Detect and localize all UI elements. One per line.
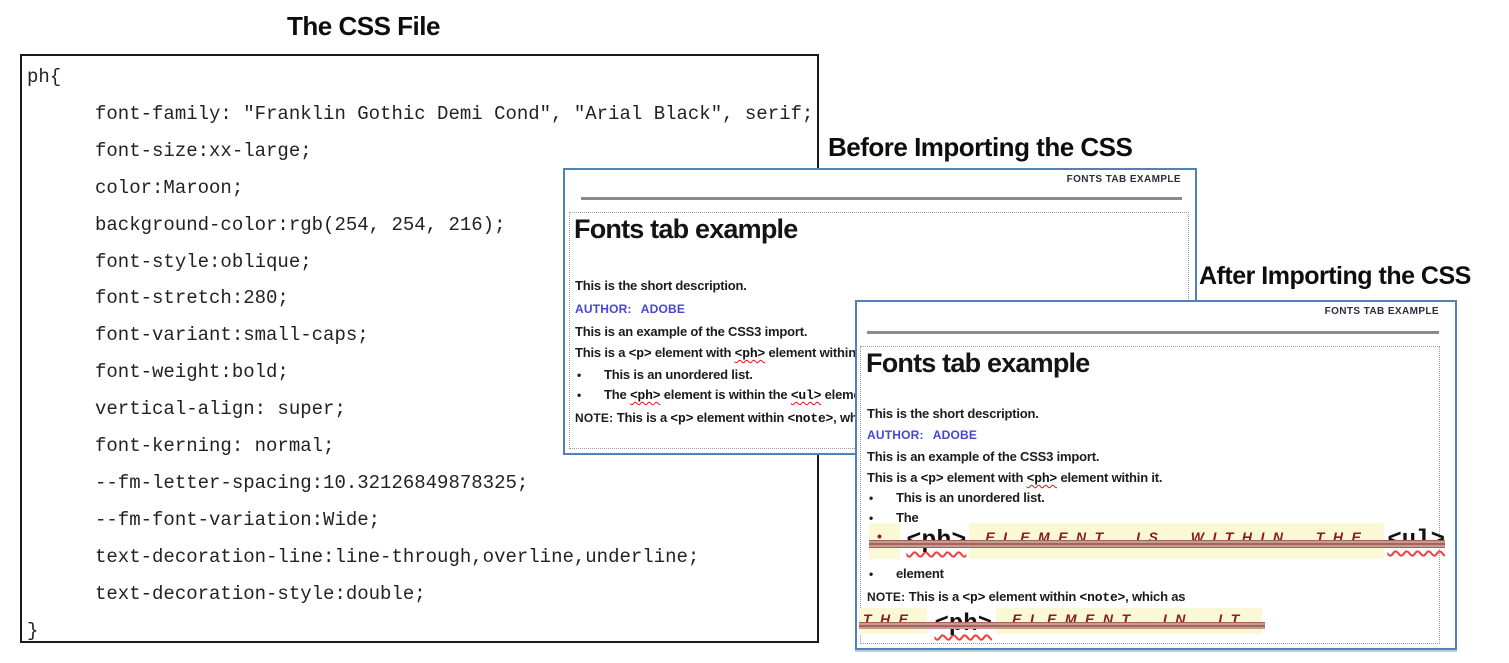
example-line: This is an example of the CSS3 import.	[867, 449, 1099, 464]
text-segment: This is a	[617, 410, 671, 425]
code-line: --fm-letter-spacing:10.32126849878325;	[22, 465, 817, 502]
note-label: NOTE:	[867, 590, 905, 604]
short-description: This is the short description.	[575, 278, 747, 293]
author-label: AUTHOR:	[575, 302, 632, 316]
paragraph-line: This is a <p> element with <ph> element …	[575, 345, 870, 361]
author-label: AUTHOR:	[867, 428, 924, 442]
text-segment: element within	[693, 410, 787, 425]
after-preview-panel: FONTS TAB EXAMPLE Fonts tab example This…	[855, 300, 1457, 650]
styled-ph-row: THE <ph> ELEMENT IN IT	[859, 608, 1265, 635]
ph-tag: <ph>	[1027, 471, 1057, 486]
text-segment: This is a	[867, 470, 921, 485]
example-line: This is an example of the CSS3 import.	[575, 324, 807, 339]
bullet-icon: •	[867, 567, 896, 581]
css-file-title: The CSS File	[287, 11, 440, 42]
list-item: •This is an unordered list.	[575, 367, 753, 382]
code-line-close: }	[22, 613, 817, 650]
author-line: AUTHOR: ADOBE	[867, 428, 977, 442]
code-line-open: ph{	[22, 59, 817, 96]
list-item-text: This is an unordered list.	[604, 367, 753, 382]
p-tag: <p>	[670, 411, 693, 426]
list-item-text: This is an unordered list.	[896, 490, 1045, 505]
doc-heading: Fonts tab example	[866, 348, 1089, 379]
list-item: •The <ph> element is within the <ul> ele…	[575, 387, 872, 403]
text-segment: element within it.	[1057, 470, 1162, 485]
after-import-title: After Importing the CSS	[1199, 262, 1471, 291]
text-segment: This is a	[575, 345, 629, 360]
text-segment: element with	[943, 470, 1026, 485]
styled-ph-row: • <ph> ELEMENT IS WITHIN THE <ul>	[869, 523, 1445, 560]
p-tag: <p>	[629, 346, 652, 361]
list-item-text: element	[896, 566, 944, 581]
header-rule	[867, 331, 1439, 334]
list-item: •This is an unordered list.	[867, 490, 1045, 505]
doc-heading: Fonts tab example	[574, 214, 797, 245]
note-line: NOTE: This is a <p> element within <note…	[867, 589, 1185, 605]
bullet-icon: •	[867, 491, 896, 505]
p-tag: <p>	[921, 471, 944, 486]
text-decoration-band	[859, 622, 1265, 629]
styled-phrase: ELEMENT IN IT	[996, 608, 1262, 634]
text-segment: element within	[985, 589, 1079, 604]
code-line: font-size:xx-large;	[22, 133, 817, 170]
ph-tag: <ph>	[630, 388, 660, 403]
styled-phrase: THE	[859, 608, 927, 634]
text-decoration-band	[869, 540, 1445, 548]
running-header: FONTS TAB EXAMPLE	[1067, 174, 1181, 185]
author-value: ADOBE	[933, 428, 977, 442]
text-segment: This is a	[909, 589, 963, 604]
ph-tag: <ph>	[735, 346, 765, 361]
short-description: This is the short description.	[867, 406, 1039, 421]
text-segment: , which as	[1125, 589, 1185, 604]
author-line: AUTHOR: ADOBE	[575, 302, 685, 316]
text-segment: element is within the	[660, 387, 790, 402]
note-tag: <note>	[788, 411, 834, 426]
code-line: --fm-font-variation:Wide;	[22, 502, 817, 539]
bullet-icon: •	[575, 388, 604, 402]
before-import-title: Before Importing the CSS	[828, 132, 1132, 163]
running-header: FONTS TAB EXAMPLE	[1325, 306, 1439, 317]
note-tag: <note>	[1080, 590, 1126, 605]
ul-tag: <ul>	[791, 388, 821, 403]
p-tag: <p>	[962, 590, 985, 605]
note-line: NOTE: This is a <p> element within <note…	[575, 410, 893, 426]
author-value: ADOBE	[641, 302, 685, 316]
list-item: •element	[867, 566, 944, 581]
paragraph-line: This is a <p> element with <ph> element …	[867, 470, 1162, 486]
text-segment: element with	[651, 345, 734, 360]
note-label: NOTE:	[575, 411, 613, 425]
code-line: font-family: "Franklin Gothic Demi Cond"…	[22, 96, 817, 133]
code-line: text-decoration-line:line-through,overli…	[22, 539, 817, 576]
text-segment: The	[604, 387, 630, 402]
code-line: text-decoration-style:double;	[22, 576, 817, 613]
bullet-icon: •	[575, 368, 604, 382]
header-rule	[581, 197, 1182, 200]
